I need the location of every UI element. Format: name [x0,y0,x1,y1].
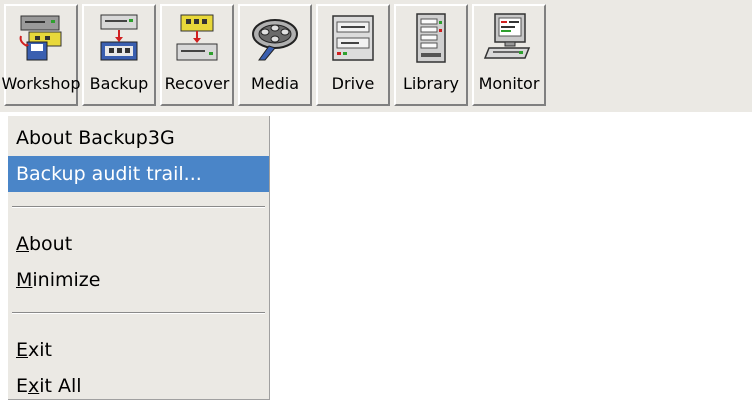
mnemonic-letter: x [28,375,40,397]
menu-separator [12,206,265,208]
menu-item-label: xit [28,339,52,361]
workshop-icon [19,15,62,61]
backup-label: Backup [89,74,149,93]
monitor-button[interactable]: Monitor [472,4,546,106]
recover-icon [176,14,218,61]
media-button[interactable]: Media [238,4,312,106]
library-icon [416,13,446,63]
media-label: Media [250,74,300,93]
drive-label: Drive [331,74,375,93]
mnemonic-letter: E [16,339,29,361]
menu-item-exit-all[interactable]: Exit All [8,368,269,402]
menu-separator [12,312,265,314]
workshop-label: Workshop [1,74,81,93]
mnemonic-letter: A [16,233,29,255]
menu-item-exit[interactable]: Exit [8,332,269,368]
menu-item-about[interactable]: About [8,226,269,262]
menu-item-about-product[interactable]: About Backup3G [8,120,269,156]
monitor-icon [483,13,531,59]
drive-icon [332,15,374,61]
monitor-label: Monitor [478,74,540,93]
library-button[interactable]: Library [394,4,468,106]
menu-item-audit-trail[interactable]: Backup audit trail... [8,156,269,192]
backup-icon [100,14,138,61]
backup-button[interactable]: Backup [82,4,156,106]
library-label: Library [403,74,459,93]
workshop-button[interactable]: Workshop [1,4,81,106]
menu-item-label: it All [39,375,82,397]
film-reel-icon [252,19,298,61]
recover-label: Recover [164,74,230,93]
menu-item-label: inimize [32,269,101,291]
app-window: Workshop Backup Recover Media Drive Libr… [0,0,752,402]
recover-button[interactable]: Recover [160,4,234,106]
menu-item-minimize[interactable]: Minimize [8,262,269,298]
mnemonic-letter: M [16,269,33,291]
menu-item-label-prefix: E [16,375,29,397]
toolbar: Workshop Backup Recover Media Drive Libr… [0,0,752,112]
backup-dropdown-menu: About Backup3G Backup audit trail... Abo… [8,116,270,400]
menu-item-label: bout [29,233,73,255]
drive-button[interactable]: Drive [316,4,390,106]
